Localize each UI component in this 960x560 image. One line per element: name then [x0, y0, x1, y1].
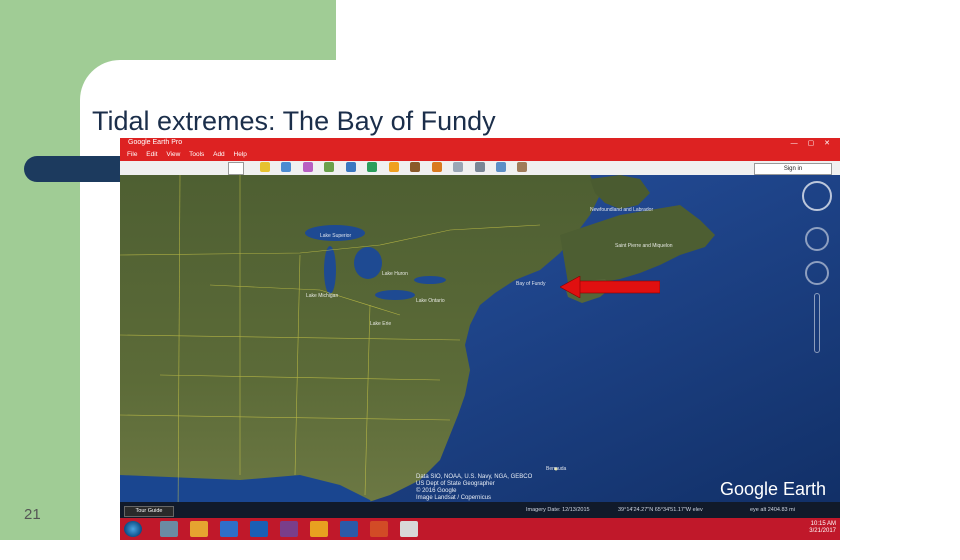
- ruler-icon[interactable]: [431, 162, 442, 172]
- onenote-icon[interactable]: [280, 521, 298, 537]
- attribution-line: Image Landsat / Copernicus: [416, 495, 492, 501]
- history-icon[interactable]: [367, 162, 378, 172]
- look-joystick-icon[interactable]: [805, 227, 829, 251]
- browser-e-icon[interactable]: [220, 521, 238, 537]
- google-earth-logo: Google Earth: [720, 479, 827, 499]
- tour-guide-button[interactable]: Tour Guide: [124, 506, 174, 517]
- lake-michigan: [324, 246, 336, 294]
- print-icon[interactable]: [474, 162, 485, 172]
- outlook-icon[interactable]: [250, 521, 268, 537]
- status-bar: Tour Guide Imagery Date: 12/13/2015 39°1…: [120, 502, 840, 518]
- google-earth-taskbar-icon[interactable]: [400, 521, 418, 537]
- window-title: Google Earth Pro: [128, 139, 183, 146]
- slide-title: Tidal extremes: The Bay of Fundy: [92, 106, 496, 136]
- search-icon[interactable]: [228, 162, 244, 175]
- move-joystick-icon[interactable]: [805, 261, 829, 285]
- file-manager-icon[interactable]: [160, 521, 178, 537]
- sun-icon[interactable]: [388, 162, 399, 172]
- window-controls[interactable]: — ▢ ✕: [791, 139, 834, 147]
- label-saint-pierre: Saint Pierre and Miquelon: [615, 243, 673, 249]
- toolbar: Sign in: [120, 161, 840, 176]
- lake-huron: [354, 247, 382, 279]
- windows-taskbar: 10:15 AM 3/21/2017: [120, 518, 840, 540]
- tour-icon[interactable]: [345, 162, 356, 172]
- map-view[interactable]: [120, 175, 840, 518]
- navigation-controls: [802, 181, 832, 361]
- attribution-line: © 2016 Google: [416, 488, 457, 494]
- lake-erie: [375, 290, 415, 300]
- lake-ontario: [414, 276, 446, 284]
- map-canvas: [120, 175, 840, 518]
- menu-edit[interactable]: Edit: [146, 151, 157, 158]
- google-earth-screenshot: Google Earth Pro — ▢ ✕ File Edit View To…: [120, 138, 840, 540]
- save-image-icon[interactable]: [495, 162, 506, 172]
- overlay-icon[interactable]: [324, 162, 335, 172]
- menu-tools[interactable]: Tools: [189, 151, 204, 158]
- label-bay-of-fundy: Bay of Fundy: [516, 281, 546, 287]
- map-icon[interactable]: [517, 162, 528, 172]
- clock-date: 3/21/2017: [809, 528, 836, 534]
- label-bermuda: Bermuda: [546, 466, 567, 472]
- menu-bar: File Edit View Tools Add Help: [120, 150, 840, 161]
- menu-view[interactable]: View: [166, 151, 180, 158]
- menu-add[interactable]: Add: [213, 151, 225, 158]
- path-icon[interactable]: [302, 162, 313, 172]
- imagery-date: Imagery Date: 12/13/2015: [526, 507, 590, 513]
- placemark-icon[interactable]: [260, 162, 270, 172]
- chrome-icon[interactable]: [310, 521, 328, 537]
- eye-altitude: eye alt 2404.83 mi: [750, 507, 795, 513]
- polygon-icon[interactable]: [281, 162, 292, 172]
- start-button-icon[interactable]: [124, 521, 142, 537]
- map-attribution: Data SIO, NOAA, U.S. Navy, NGA, GEBCO US…: [416, 474, 532, 502]
- email-icon[interactable]: [453, 162, 464, 172]
- attribution-line: US Dept of State Geographer: [416, 481, 495, 487]
- label-lake-michigan: Lake Michigan: [306, 293, 339, 299]
- toolbar-icons: [260, 162, 534, 174]
- label-lake-huron: Lake Huron: [382, 271, 408, 277]
- slide-number: 21: [24, 506, 41, 523]
- word-icon[interactable]: [340, 521, 358, 537]
- compass-icon[interactable]: [802, 181, 832, 211]
- menu-help[interactable]: Help: [234, 151, 247, 158]
- label-lake-ontario: Lake Ontario: [416, 298, 445, 304]
- label-lake-superior: Lake Superior: [320, 233, 352, 239]
- clock-time: 10:15 AM: [810, 521, 836, 527]
- red-arrow-icon: [560, 276, 660, 298]
- coordinates: 39°14'24.27"N 65°34'51.17"W elev: [618, 507, 703, 513]
- label-newfoundland: Newfoundland and Labrador: [590, 207, 654, 213]
- planets-icon[interactable]: [410, 162, 421, 172]
- folder-icon[interactable]: [190, 521, 208, 537]
- attribution-line: Data SIO, NOAA, U.S. Navy, NGA, GEBCO: [416, 474, 533, 480]
- sign-in-button[interactable]: Sign in: [754, 163, 832, 175]
- window-title-bar: Google Earth Pro — ▢ ✕: [120, 138, 840, 150]
- system-clock: 10:15 AM 3/21/2017: [809, 521, 836, 535]
- label-lake-erie: Lake Erie: [370, 321, 392, 327]
- powerpoint-icon[interactable]: [370, 521, 388, 537]
- menu-file[interactable]: File: [127, 151, 137, 158]
- zoom-slider[interactable]: [814, 293, 820, 353]
